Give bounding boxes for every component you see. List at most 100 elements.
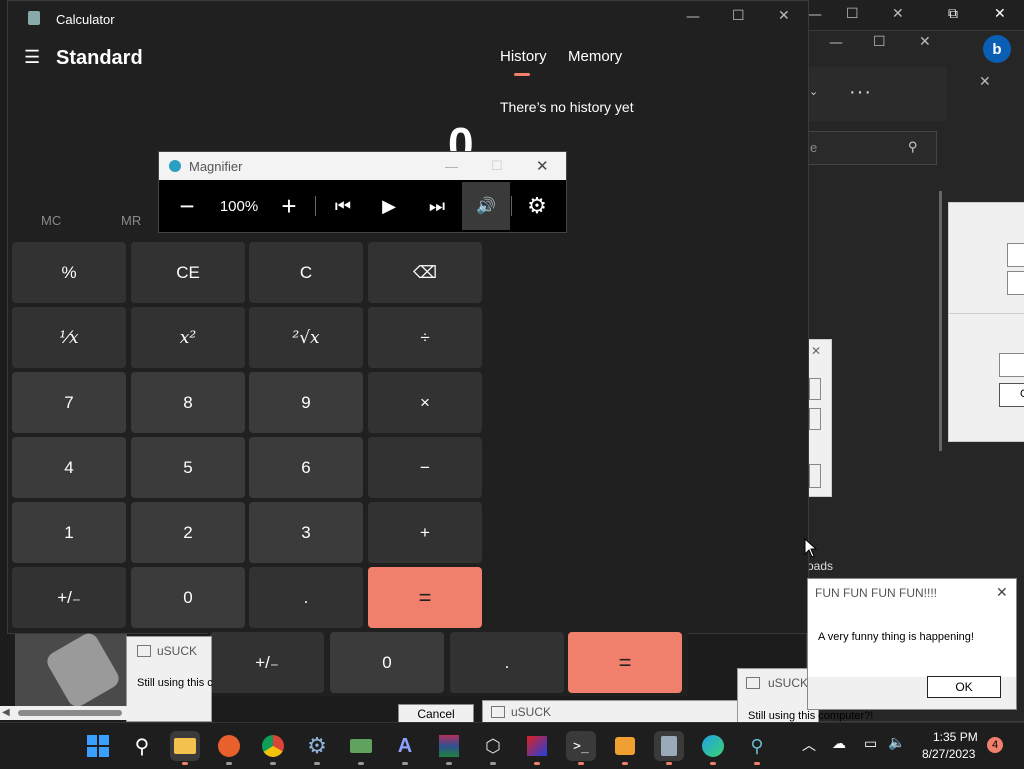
start-icon[interactable] bbox=[83, 731, 113, 761]
minimize-icon[interactable]: — bbox=[686, 10, 700, 24]
clock-date[interactable]: 8/27/2023 bbox=[922, 747, 975, 761]
close-icon[interactable]: ✕ bbox=[892, 7, 904, 21]
settings-icon[interactable]: ⚙ bbox=[302, 731, 332, 761]
zoom-out-button[interactable]: − bbox=[169, 182, 205, 230]
maximize-icon[interactable]: ☐ bbox=[873, 35, 886, 49]
magnifier-icon[interactable]: ⚲ bbox=[742, 731, 772, 761]
reciprocal-key[interactable]: ¹⁄x bbox=[12, 307, 126, 368]
close-icon[interactable]: ✕ bbox=[536, 157, 549, 175]
equals-key[interactable]: = bbox=[368, 567, 482, 628]
digit-5-key[interactable]: 5 bbox=[131, 437, 245, 498]
more-icon[interactable]: ··· bbox=[849, 81, 872, 104]
close-icon[interactable]: ✕ bbox=[778, 9, 790, 23]
maximize-icon[interactable]: ☐ bbox=[846, 7, 859, 21]
tab-memory[interactable]: Memory bbox=[568, 48, 622, 65]
chevron-down-icon[interactable]: ⌄ bbox=[809, 85, 818, 98]
digit-7-key[interactable]: 7 bbox=[12, 372, 126, 433]
calculator-app-icon bbox=[28, 11, 40, 25]
search-box[interactable]: e ⚲ bbox=[807, 131, 937, 165]
winrar-icon[interactable] bbox=[434, 731, 464, 761]
digit-1-key[interactable]: 1 bbox=[12, 502, 126, 563]
dialog-button[interactable] bbox=[1007, 243, 1024, 267]
tab-history[interactable]: History bbox=[500, 48, 547, 65]
negate-key[interactable]: +/₋ bbox=[12, 567, 126, 628]
square-key[interactable]: x² bbox=[131, 307, 245, 368]
close-icon[interactable]: ✕ bbox=[996, 584, 1008, 601]
next-icon[interactable]: ⏭ bbox=[419, 182, 455, 230]
play-icon[interactable]: ▶ bbox=[371, 182, 407, 230]
dialog-button[interactable]: C bbox=[999, 383, 1024, 407]
network-icon[interactable]: ▭ bbox=[864, 735, 877, 752]
memory-clear-button[interactable]: MC bbox=[41, 213, 61, 228]
close-icon[interactable]: ✕ bbox=[979, 75, 991, 89]
usuck-window: uSUCK Still using this c bbox=[126, 636, 213, 722]
terminal-icon[interactable]: >_ bbox=[566, 731, 596, 761]
bing-icon[interactable]: b bbox=[983, 35, 1011, 63]
digit-3-key[interactable]: 3 bbox=[249, 502, 363, 563]
ok-button[interactable]: OK bbox=[927, 676, 1001, 698]
digit-4-key[interactable]: 4 bbox=[12, 437, 126, 498]
edge-icon[interactable] bbox=[698, 731, 728, 761]
scrollbar[interactable] bbox=[939, 191, 942, 451]
previous-icon[interactable]: ⏮ bbox=[325, 182, 361, 230]
close-icon[interactable]: ✕ bbox=[919, 35, 931, 49]
scrollbar-thumb[interactable] bbox=[18, 710, 122, 716]
chevron-up-icon[interactable]: ︿ bbox=[802, 735, 816, 755]
clear-entry-key[interactable]: CE bbox=[131, 242, 245, 303]
memory-recall-button[interactable]: MR bbox=[121, 213, 141, 228]
media-player-icon[interactable] bbox=[610, 731, 640, 761]
dialog-button[interactable] bbox=[809, 378, 821, 400]
search-icon[interactable]: ⚲ bbox=[908, 139, 918, 155]
minimize-icon[interactable]: — bbox=[445, 159, 458, 174]
digit-8-key[interactable]: 8 bbox=[131, 372, 245, 433]
chrome-icon[interactable] bbox=[258, 731, 288, 761]
multiply-key[interactable]: × bbox=[368, 372, 482, 433]
clear-key[interactable]: C bbox=[249, 242, 363, 303]
onedrive-icon[interactable]: ☁ bbox=[832, 735, 846, 752]
gear-icon[interactable]: ⚙ bbox=[519, 182, 555, 230]
calculator-icon[interactable] bbox=[654, 731, 684, 761]
volume-icon[interactable]: 🔈 bbox=[888, 734, 905, 751]
notification-badge[interactable]: 4 bbox=[987, 737, 1003, 753]
app-paint-icon[interactable] bbox=[522, 731, 552, 761]
close-icon[interactable]: ✕ bbox=[811, 344, 821, 358]
read-aloud-icon[interactable]: 🔊 bbox=[462, 182, 510, 230]
scroll-left-icon[interactable]: ◀ bbox=[2, 707, 10, 718]
digit-9-key[interactable]: 9 bbox=[249, 372, 363, 433]
ghost-key-label: +/₋ bbox=[255, 652, 279, 672]
dialog-button[interactable] bbox=[809, 464, 821, 488]
app-a-icon[interactable]: A bbox=[390, 731, 420, 761]
network-app-icon[interactable] bbox=[346, 731, 376, 761]
search-icon[interactable]: ⚲ bbox=[127, 731, 157, 761]
digit-0-key[interactable]: 0 bbox=[131, 567, 245, 628]
subtract-key[interactable]: − bbox=[368, 437, 482, 498]
add-key[interactable]: + bbox=[368, 502, 482, 563]
square-root-key[interactable]: ²√x bbox=[249, 307, 363, 368]
clock-time[interactable]: 1:35 PM bbox=[933, 730, 978, 744]
minimize-icon[interactable]: — bbox=[829, 36, 843, 50]
menu-icon[interactable]: ☰ bbox=[24, 47, 40, 68]
network-app-shape bbox=[350, 739, 372, 753]
maximize-icon[interactable]: ☐ bbox=[491, 158, 503, 174]
backspace-key[interactable]: ⌫ bbox=[368, 242, 482, 303]
dialog-button[interactable] bbox=[809, 408, 821, 430]
digit-2-key[interactable]: 2 bbox=[131, 502, 245, 563]
dialog-button[interactable] bbox=[999, 353, 1024, 377]
zoom-in-button[interactable]: + bbox=[271, 182, 307, 230]
firefox-icon[interactable] bbox=[214, 731, 244, 761]
restore-icon[interactable]: ⧉ bbox=[948, 7, 958, 21]
maximize-icon[interactable]: ☐ bbox=[732, 9, 745, 23]
file-explorer-icon[interactable] bbox=[170, 731, 200, 761]
close-icon[interactable]: ✕ bbox=[994, 7, 1006, 21]
dialog-button[interactable] bbox=[1007, 271, 1024, 295]
minimize-icon[interactable]: — bbox=[808, 8, 822, 22]
digit-6-key[interactable]: 6 bbox=[249, 437, 363, 498]
decimal-key[interactable]: . bbox=[249, 567, 363, 628]
cancel-button[interactable]: Cancel bbox=[398, 704, 474, 724]
divide-key[interactable]: ÷ bbox=[368, 307, 482, 368]
folder-shape bbox=[174, 738, 196, 754]
usuck-app-icon bbox=[137, 645, 151, 657]
app-box-icon[interactable]: ⬡ bbox=[478, 731, 508, 761]
horizontal-scrollbar[interactable]: ◀ bbox=[0, 706, 128, 720]
percent-key[interactable]: % bbox=[12, 242, 126, 303]
